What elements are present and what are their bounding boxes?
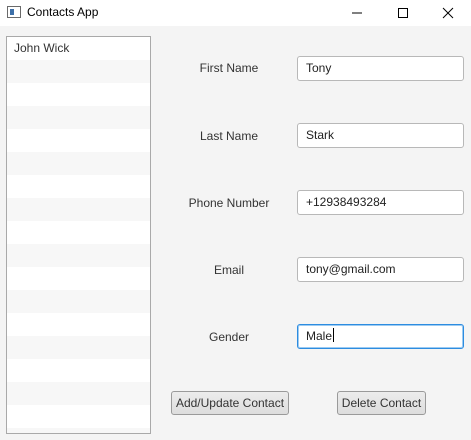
empty-list-row [7,175,150,198]
last-name-label: Last Name [199,129,259,143]
empty-list-row [7,336,150,359]
email-label: Email [213,263,244,277]
empty-list-row [7,152,150,175]
empty-list-row [7,290,150,313]
first-name-field[interactable]: Tony [297,56,464,81]
gender-label: Gender [208,330,250,344]
close-button[interactable] [425,0,471,26]
empty-list-row [7,428,150,433]
empty-list-row [7,313,150,336]
empty-list-row [7,198,150,221]
empty-list-row [7,382,150,405]
delete-contact-button[interactable]: Delete Contact [337,391,426,415]
email-field[interactable]: tony@gmail.com [297,257,464,282]
empty-list-row [7,221,150,244]
empty-list-row [7,405,150,428]
text-caret [333,328,335,342]
last-name-field[interactable]: Stark [297,123,464,148]
empty-list-row [7,267,150,290]
empty-list-row [7,83,150,106]
title-bar: Contacts App [0,0,471,26]
gender-field[interactable]: Male [297,324,464,349]
add-update-contact-button[interactable]: Add/Update Contact [171,391,289,415]
contacts-list[interactable]: John Wick [6,36,151,434]
window-title: Contacts App [27,5,99,19]
empty-list-row [7,60,150,83]
empty-list-row [7,359,150,382]
empty-list-row [7,129,150,152]
app-window-icon [7,6,21,18]
maximize-button[interactable] [380,0,426,26]
empty-list-row [7,244,150,267]
close-icon [442,7,454,19]
maximize-icon [398,8,408,18]
gender-value: Male [306,329,333,343]
first-name-label: First Name [199,61,259,75]
phone-number-field[interactable]: +12938493284 [297,190,464,215]
phone-number-label: Phone Number [188,196,270,210]
empty-list-row [7,106,150,129]
minimize-icon [352,12,362,14]
list-item[interactable]: John Wick [7,37,150,60]
minimize-button[interactable] [334,0,380,26]
